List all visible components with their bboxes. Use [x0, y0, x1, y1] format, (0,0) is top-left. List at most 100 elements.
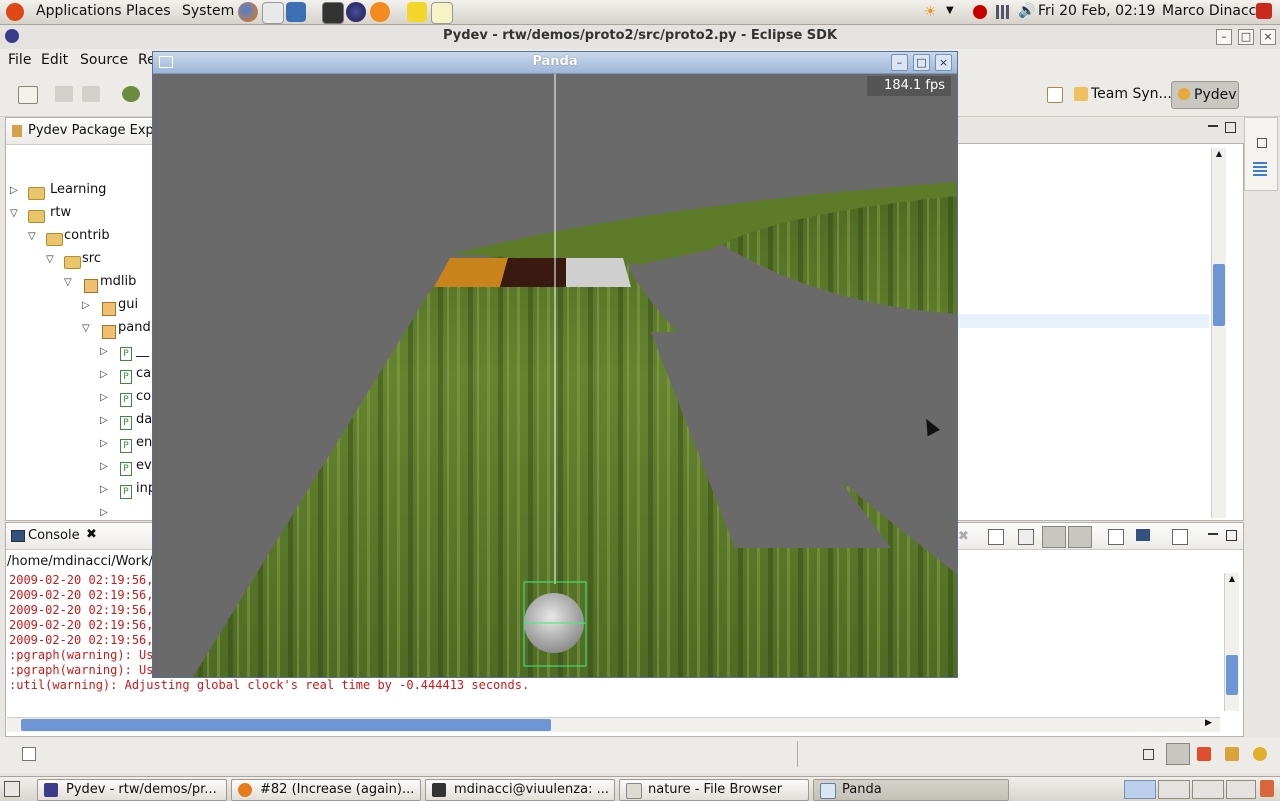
- expand-icon[interactable]: ▷: [100, 484, 108, 495]
- restore-icon[interactable]: [1143, 749, 1154, 760]
- menu-edit[interactable]: Edit: [41, 52, 68, 68]
- maximize-view-button[interactable]: [1226, 530, 1237, 541]
- console-horizontal-scrollbar[interactable]: ▶: [7, 717, 1220, 732]
- expand-icon[interactable]: ▷: [100, 438, 108, 449]
- open-console-icon[interactable]: [1172, 529, 1188, 545]
- network-signal-icon[interactable]: [996, 5, 1012, 19]
- print-icon[interactable]: [82, 86, 100, 102]
- scroll-thumb[interactable]: [1213, 264, 1225, 326]
- minimize-button[interactable]: –: [891, 54, 908, 71]
- collapse-icon[interactable]: ▽: [10, 208, 18, 219]
- scroll-right-icon[interactable]: ▶: [1205, 718, 1212, 728]
- menu-source[interactable]: Source: [80, 52, 128, 68]
- terminate-icon[interactable]: ✖: [958, 529, 972, 544]
- task-file-browser[interactable]: nature - File Browser: [619, 779, 809, 801]
- tree-item-rtw[interactable]: ▽ rtw: [10, 205, 71, 228]
- problems-trim-icon[interactable]: [1197, 747, 1211, 761]
- console-trim-button[interactable]: [1166, 743, 1190, 765]
- editor-launcher-icon[interactable]: [431, 2, 453, 24]
- show-desktop-icon[interactable]: [4, 781, 20, 797]
- task-panda[interactable]: Panda: [813, 779, 1009, 801]
- close-tab-icon[interactable]: ✖: [86, 527, 97, 542]
- trash-icon[interactable]: [1260, 780, 1274, 797]
- firefox-launcher-icon[interactable]: [238, 2, 258, 22]
- blender-launcher-icon[interactable]: [370, 2, 390, 22]
- task-terminal[interactable]: mdinacci@viuulenza: ...: [425, 779, 615, 801]
- tree-item-file[interactable]: ▷ P ev: [100, 458, 152, 481]
- clock[interactable]: Fri 20 Feb, 02:19: [1038, 3, 1155, 19]
- collapse-icon[interactable]: ▽: [46, 254, 54, 265]
- scroll-thumb[interactable]: [21, 719, 551, 731]
- remove-launch-icon[interactable]: [988, 529, 1004, 545]
- team-sync-icon[interactable]: [1074, 87, 1088, 101]
- debug-icon[interactable]: [122, 86, 140, 102]
- bird-launcher-icon[interactable]: [286, 2, 306, 22]
- panda-titlebar[interactable]: Panda – □ ×: [153, 52, 957, 74]
- tree-item-file[interactable]: ▷ P __: [100, 343, 149, 366]
- notes-launcher-icon[interactable]: [407, 2, 427, 22]
- expand-icon[interactable]: ▷: [100, 392, 108, 403]
- console-vertical-scrollbar[interactable]: ▲: [1224, 573, 1239, 711]
- weather-icon[interactable]: ☀: [924, 4, 944, 20]
- minimize-view-button[interactable]: [1208, 125, 1218, 127]
- perspective-team-sync[interactable]: Team Syn...: [1091, 86, 1172, 102]
- terminal-launcher-icon[interactable]: [322, 2, 344, 24]
- chevron-down-icon[interactable]: ▼: [946, 5, 954, 16]
- tree-item-panda[interactable]: ▽ pand: [82, 320, 151, 343]
- restore-icon[interactable]: [1257, 138, 1267, 148]
- collapse-icon[interactable]: ▽: [64, 277, 72, 288]
- task-eclipse[interactable]: Pydev - rtw/demos/pr...: [37, 779, 227, 801]
- editor-vertical-scrollbar[interactable]: ▲: [1211, 148, 1226, 518]
- eclipse-launcher-icon[interactable]: [346, 2, 366, 22]
- open-perspective-icon[interactable]: [1047, 87, 1063, 103]
- minimize-view-button[interactable]: [1208, 533, 1218, 535]
- mail-launcher-icon[interactable]: [262, 2, 284, 24]
- panda-window[interactable]: Panda – □ × 184.1 fps: [152, 51, 958, 678]
- tree-item-file[interactable]: ▷ P en: [100, 435, 152, 458]
- fast-view-icon[interactable]: [22, 747, 36, 761]
- display-console-icon[interactable]: [1136, 529, 1150, 541]
- maximize-button[interactable]: □: [913, 54, 930, 71]
- scroll-up-icon[interactable]: ▲: [1226, 574, 1238, 586]
- tree-item-file[interactable]: ▷ P ph: [100, 504, 108, 518]
- scroll-lock-icon[interactable]: [1042, 526, 1066, 548]
- panda-3d-viewport[interactable]: [153, 74, 957, 677]
- power-icon[interactable]: [1256, 3, 1272, 19]
- places-menu[interactable]: Places: [126, 3, 171, 19]
- task-firefox[interactable]: #82 (Increase (again)...: [231, 779, 421, 801]
- expand-icon[interactable]: ▷: [10, 185, 18, 196]
- console-tab-title[interactable]: Console: [28, 528, 80, 543]
- save-icon[interactable]: [55, 86, 73, 102]
- expand-icon[interactable]: ▷: [100, 507, 108, 518]
- user-name[interactable]: Marco Dinacci: [1162, 3, 1260, 19]
- tree-item-file[interactable]: ▷ P da: [100, 412, 152, 435]
- expand-icon[interactable]: ▷: [100, 461, 108, 472]
- tree-item-src[interactable]: ▽ src: [46, 251, 101, 274]
- workspace-1[interactable]: [1124, 780, 1156, 799]
- expand-icon[interactable]: ▷: [100, 415, 108, 426]
- clear-console-icon[interactable]: [1018, 529, 1034, 545]
- system-menu[interactable]: System: [182, 3, 234, 19]
- applications-menu[interactable]: Applications: [36, 3, 122, 19]
- expand-icon[interactable]: ▷: [82, 300, 90, 311]
- tree-item-learning[interactable]: ▷ Learning: [10, 182, 106, 205]
- volume-icon[interactable]: 🔊: [1018, 3, 1035, 19]
- pin-console-icon[interactable]: [1108, 529, 1124, 545]
- tree-item-gui[interactable]: ▷ gui: [82, 297, 138, 320]
- minimize-button[interactable]: –: [1216, 29, 1232, 45]
- collapse-icon[interactable]: ▽: [82, 323, 90, 334]
- expand-icon[interactable]: ▷: [100, 346, 108, 357]
- workspace-3[interactable]: [1192, 780, 1224, 799]
- close-button[interactable]: ×: [1260, 29, 1276, 45]
- tree-item-file[interactable]: ▷ P ca: [100, 366, 151, 389]
- tree-item-file[interactable]: ▷ P inp: [100, 481, 156, 504]
- menu-file[interactable]: File: [8, 52, 31, 68]
- tree-item-mdlib[interactable]: ▽ mdlib: [64, 274, 136, 297]
- outline-icon[interactable]: [1253, 162, 1267, 176]
- ubuntu-logo-icon[interactable]: [6, 3, 24, 21]
- workspace-2[interactable]: [1158, 780, 1190, 799]
- maximize-view-button[interactable]: [1225, 122, 1236, 133]
- scroll-up-icon[interactable]: ▲: [1213, 149, 1225, 161]
- tasks-trim-icon[interactable]: [1225, 747, 1239, 761]
- record-icon[interactable]: [973, 5, 987, 19]
